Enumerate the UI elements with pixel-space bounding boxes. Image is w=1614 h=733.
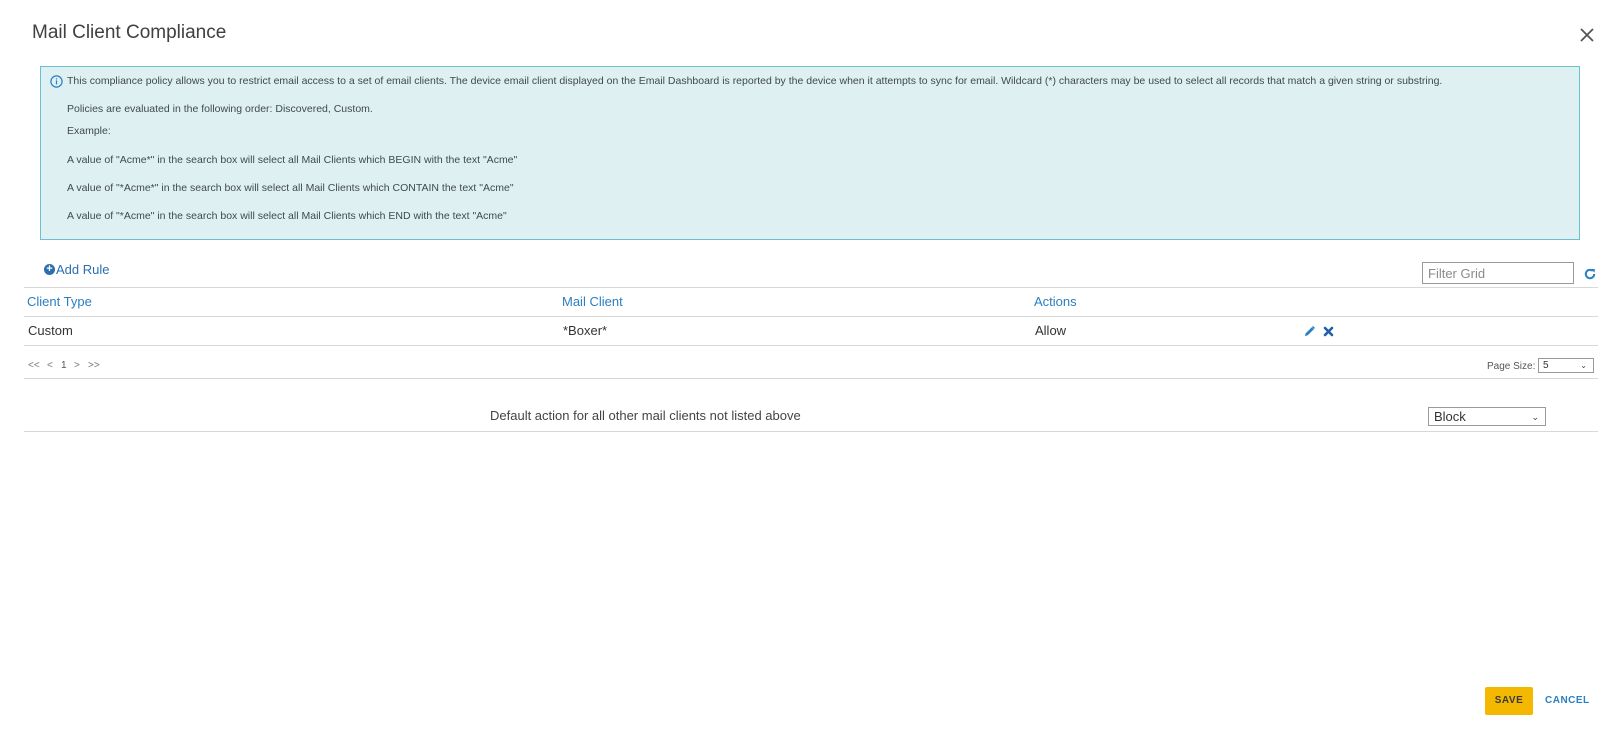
page-size-label: Page Size: <box>1487 361 1536 372</box>
chevron-down-icon: ⌄ <box>1580 361 1587 370</box>
pager-prev[interactable]: < <box>47 360 53 371</box>
info-panel: This compliance policy allows you to res… <box>40 66 1580 240</box>
pager-first[interactable]: << <box>28 360 40 371</box>
row-divider <box>24 345 1598 346</box>
dialog-title: Mail Client Compliance <box>32 22 227 43</box>
info-icon <box>50 75 63 88</box>
pager-last[interactable]: >> <box>88 360 100 371</box>
close-icon[interactable] <box>1576 24 1598 46</box>
cell-mail-client: *Boxer* <box>563 323 608 338</box>
edit-icon[interactable] <box>1303 325 1316 338</box>
info-example-end: A value of "*Acme" in the search box wil… <box>67 210 507 222</box>
column-header-client-type[interactable]: Client Type <box>27 294 92 309</box>
info-description: This compliance policy allows you to res… <box>67 75 1443 87</box>
cell-action: Allow <box>1035 323 1067 338</box>
page-size-value: 5 <box>1543 360 1549 371</box>
pager-divider <box>24 378 1598 379</box>
add-rule-button[interactable]: + Add Rule <box>44 262 109 277</box>
pager-current-page[interactable]: 1 <box>61 360 67 371</box>
default-action-divider <box>24 431 1598 432</box>
save-button[interactable]: SAVE <box>1485 687 1533 715</box>
info-example-contain: A value of "*Acme*" in the search box wi… <box>67 182 514 194</box>
grid-top-border <box>24 287 1598 288</box>
chevron-down-icon: ⌄ <box>1531 412 1539 422</box>
column-header-actions[interactable]: Actions <box>1034 294 1077 309</box>
plus-circle-icon: + <box>44 264 55 275</box>
close-button[interactable] <box>1576 24 1598 46</box>
column-header-mail-client[interactable]: Mail Client <box>562 294 623 309</box>
default-action-value: Block <box>1434 409 1466 424</box>
delete-icon[interactable] <box>1322 325 1335 338</box>
add-rule-label: Add Rule <box>56 262 110 277</box>
info-example-heading: Example: <box>67 125 111 137</box>
default-action-select[interactable]: Block ⌄ <box>1428 407 1546 426</box>
filter-grid-input[interactable] <box>1422 262 1574 284</box>
cell-client-type: Custom <box>28 323 73 338</box>
page-size-select[interactable]: 5 ⌄ <box>1538 358 1594 373</box>
refresh-icon[interactable] <box>1583 267 1597 281</box>
header-divider <box>24 316 1598 317</box>
default-action-label: Default action for all other mail client… <box>490 408 801 423</box>
cancel-button[interactable]: CANCEL <box>1545 695 1590 706</box>
info-example-begin: A value of "Acme*" in the search box wil… <box>67 154 518 166</box>
pager-next[interactable]: > <box>74 360 80 371</box>
info-evaluation-order: Policies are evaluated in the following … <box>67 103 373 115</box>
